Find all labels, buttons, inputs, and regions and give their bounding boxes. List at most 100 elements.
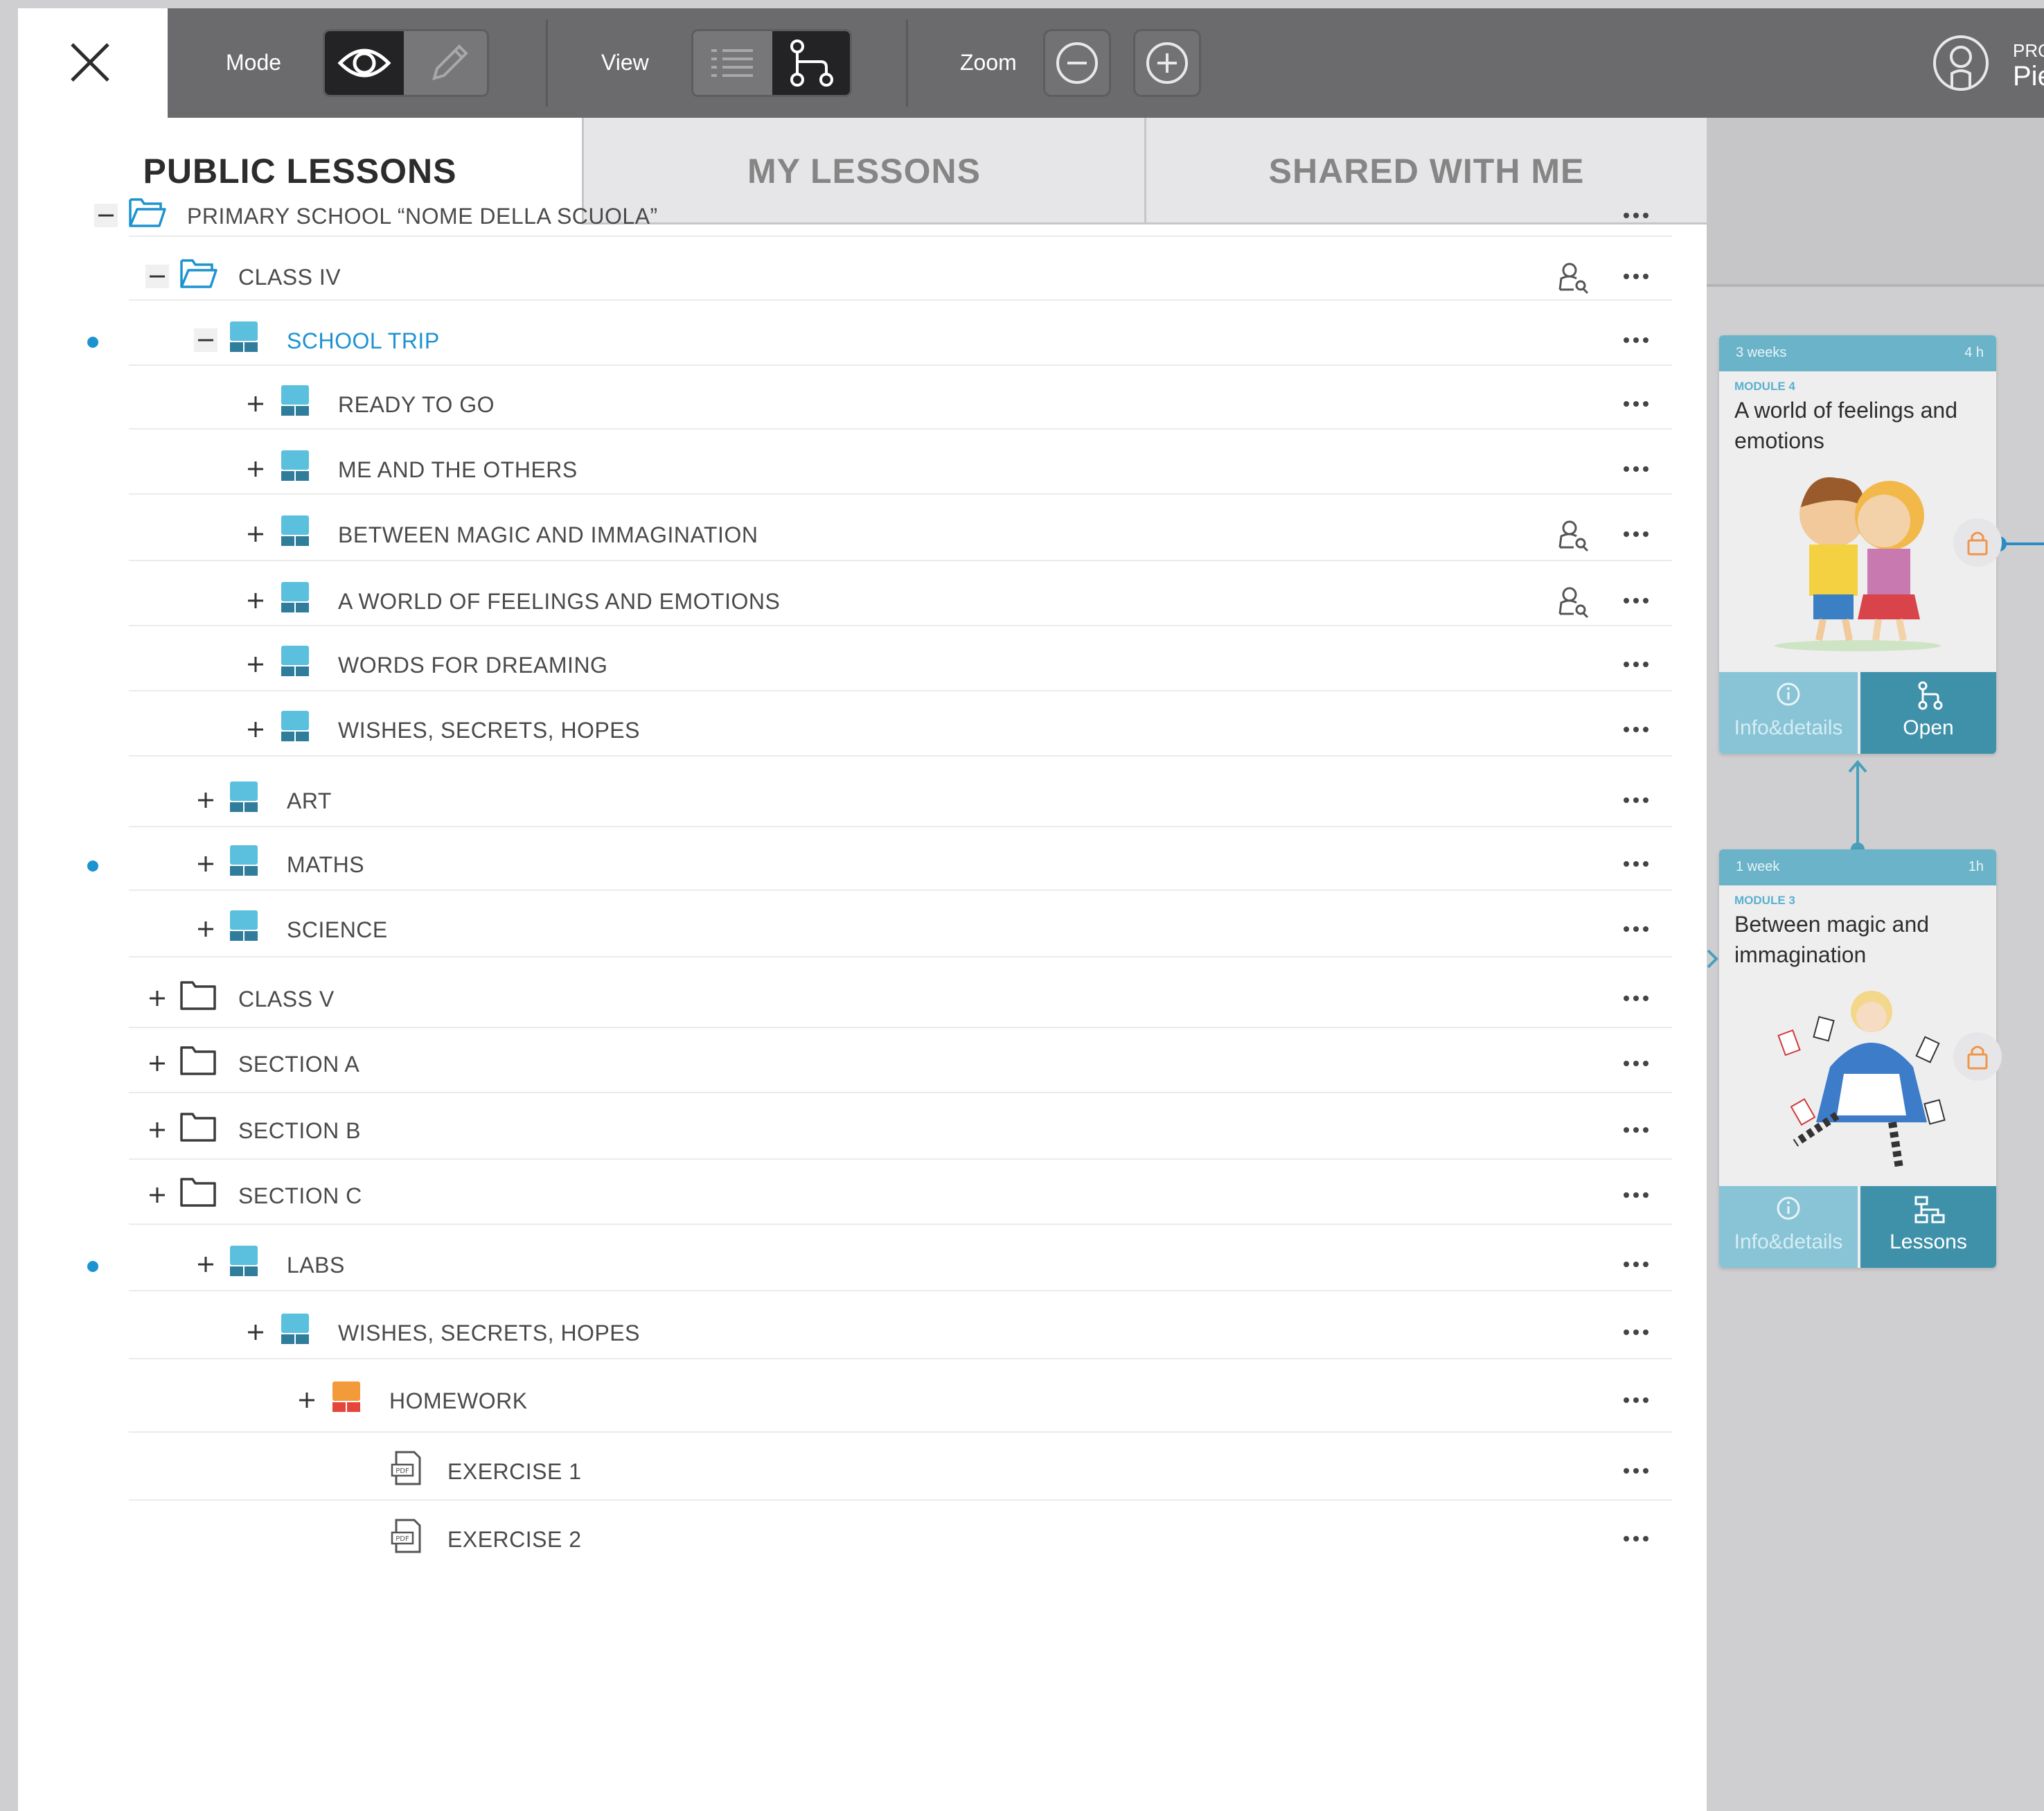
view-map-button[interactable] — [772, 31, 850, 95]
more-options-button[interactable] — [1621, 522, 1651, 546]
collapse-toggle[interactable] — [94, 204, 118, 227]
more-options-button[interactable] — [1621, 917, 1651, 941]
more-options-button[interactable] — [1621, 653, 1651, 676]
close-button[interactable] — [18, 8, 168, 118]
more-options-button[interactable] — [1621, 1459, 1651, 1483]
lessons-button[interactable]: Lessons — [1860, 1186, 1996, 1268]
view-list-button[interactable] — [693, 31, 771, 95]
more-options-button[interactable] — [1621, 1052, 1651, 1075]
more-options-button[interactable] — [1621, 1388, 1651, 1412]
shared-user-icon[interactable] — [1553, 515, 1592, 558]
expand-toggle[interactable] — [194, 788, 217, 812]
shared-user-icon[interactable] — [1553, 582, 1592, 624]
more-options-button[interactable] — [1621, 1320, 1651, 1344]
tree-item-label[interactable]: LABS — [287, 1250, 345, 1280]
mode-view-button[interactable] — [325, 31, 404, 95]
expand-toggle[interactable] — [145, 1183, 169, 1207]
tree-item-label[interactable]: HOMEWORK — [389, 1386, 528, 1416]
collapse-toggle[interactable] — [145, 265, 169, 288]
tree-row[interactable]: WORDS FOR DREAMING — [18, 632, 1707, 698]
user-name[interactable]: Pie — [2013, 61, 2044, 91]
tree-row[interactable]: ART — [18, 768, 1707, 834]
expand-toggle[interactable] — [194, 1253, 217, 1276]
user-avatar[interactable] — [1931, 33, 1991, 96]
more-options-button[interactable] — [1621, 788, 1651, 812]
more-options-button[interactable] — [1621, 718, 1651, 741]
tree-row[interactable]: SECTION A — [18, 1031, 1707, 1097]
info-details-button[interactable]: Info&details — [1719, 672, 1858, 754]
expand-toggle[interactable] — [194, 917, 217, 941]
tree-row[interactable]: PRIMARY SCHOOL “NOME DELLA SCUOLA” — [18, 183, 1707, 249]
tree-row[interactable]: BETWEEN MAGIC AND IMMAGINATION — [18, 502, 1707, 568]
tree-item-label[interactable]: PRIMARY SCHOOL “NOME DELLA SCUOLA” — [187, 201, 658, 231]
expand-toggle[interactable] — [244, 392, 267, 416]
more-options-button[interactable] — [1621, 589, 1651, 612]
tree-row[interactable]: CLASS IV — [18, 244, 1707, 310]
tree-row[interactable]: HOMEWORK — [18, 1368, 1707, 1434]
lock-button[interactable] — [1953, 518, 2002, 567]
tree-row[interactable]: PDF EXERCISE 1 — [18, 1438, 1707, 1505]
info-details-button[interactable]: Info&details — [1719, 1186, 1858, 1268]
collapse-toggle[interactable] — [194, 328, 217, 352]
more-options-button[interactable] — [1621, 1253, 1651, 1276]
tree-item-label[interactable]: SECTION A — [238, 1049, 359, 1079]
open-button[interactable]: Open — [1860, 672, 1996, 754]
zoom-out-button[interactable] — [1043, 29, 1111, 97]
shared-user-icon[interactable] — [1553, 258, 1592, 300]
tree-item-label[interactable]: SECTION B — [238, 1115, 361, 1146]
tree-row[interactable]: SCIENCE — [18, 896, 1707, 963]
more-options-button[interactable] — [1621, 852, 1651, 876]
tree-row[interactable]: WISHES, SECRETS, HOPES — [18, 1300, 1707, 1366]
expand-toggle[interactable] — [244, 653, 267, 676]
tree-item-label[interactable]: EXERCISE 1 — [447, 1456, 582, 1487]
more-options-button[interactable] — [1621, 457, 1651, 481]
more-options-button[interactable] — [1621, 1118, 1651, 1142]
lock-button[interactable] — [1953, 1032, 2002, 1081]
tree-row[interactable]: WISHES, SECRETS, HOPES — [18, 697, 1707, 763]
expand-toggle[interactable] — [244, 1320, 267, 1344]
tree-item-label[interactable]: ART — [287, 786, 332, 816]
expand-toggle[interactable] — [295, 1388, 319, 1412]
expand-toggle[interactable] — [244, 589, 267, 612]
more-options-button[interactable] — [1621, 204, 1651, 227]
tree-item-label[interactable]: SCHOOL TRIP — [287, 326, 440, 356]
tree-item-label[interactable]: SECTION C — [238, 1181, 362, 1211]
expand-toggle[interactable] — [244, 522, 267, 546]
tree-item-label[interactable]: CLASS V — [238, 984, 335, 1014]
tree-row[interactable]: SECTION C — [18, 1163, 1707, 1229]
tree-item-label[interactable]: A WORLD OF FEELINGS AND EMOTIONS — [338, 586, 780, 617]
more-options-button[interactable] — [1621, 1183, 1651, 1207]
tree-item-label[interactable]: ME AND THE OTHERS — [338, 454, 578, 485]
tree-item-label[interactable]: WISHES, SECRETS, HOPES — [338, 715, 640, 745]
more-options-button[interactable] — [1621, 392, 1651, 416]
tree-item-label[interactable]: SCIENCE — [287, 915, 388, 945]
tree-item-label[interactable]: EXERCISE 2 — [447, 1524, 582, 1555]
more-options-button[interactable] — [1621, 328, 1651, 352]
expand-toggle[interactable] — [145, 1118, 169, 1142]
expand-toggle[interactable] — [194, 852, 217, 876]
tree-item-label[interactable]: READY TO GO — [338, 389, 495, 420]
tree-item-label[interactable]: BETWEEN MAGIC AND IMMAGINATION — [338, 520, 758, 550]
tree-row[interactable]: SCHOOL TRIP — [18, 308, 1707, 374]
tree-row[interactable]: ME AND THE OTHERS — [18, 436, 1707, 503]
tree-row[interactable]: SECTION B — [18, 1097, 1707, 1164]
tree-row[interactable]: PDF EXERCISE 2 — [18, 1506, 1707, 1573]
tree-item-label[interactable]: MATHS — [287, 849, 364, 880]
expand-toggle[interactable] — [244, 718, 267, 741]
tree-item-label[interactable]: CLASS IV — [238, 262, 341, 292]
zoom-in-button[interactable] — [1133, 29, 1201, 97]
tree-item-label[interactable]: WISHES, SECRETS, HOPES — [338, 1318, 640, 1348]
mode-edit-button[interactable] — [407, 31, 487, 95]
tree-row[interactable]: CLASS V — [18, 966, 1707, 1032]
expand-toggle[interactable] — [145, 987, 169, 1010]
tree-item-label[interactable]: WORDS FOR DREAMING — [338, 650, 607, 680]
tree-row[interactable]: LABS — [18, 1232, 1707, 1298]
expand-toggle[interactable] — [244, 457, 267, 481]
tree-row[interactable]: MATHS — [18, 831, 1707, 898]
expand-toggle[interactable] — [145, 1052, 169, 1075]
more-options-button[interactable] — [1621, 265, 1651, 288]
more-options-button[interactable] — [1621, 1527, 1651, 1551]
tree-row[interactable]: READY TO GO — [18, 371, 1707, 438]
more-options-button[interactable] — [1621, 987, 1651, 1010]
tree-row[interactable]: A WORLD OF FEELINGS AND EMOTIONS — [18, 568, 1707, 635]
